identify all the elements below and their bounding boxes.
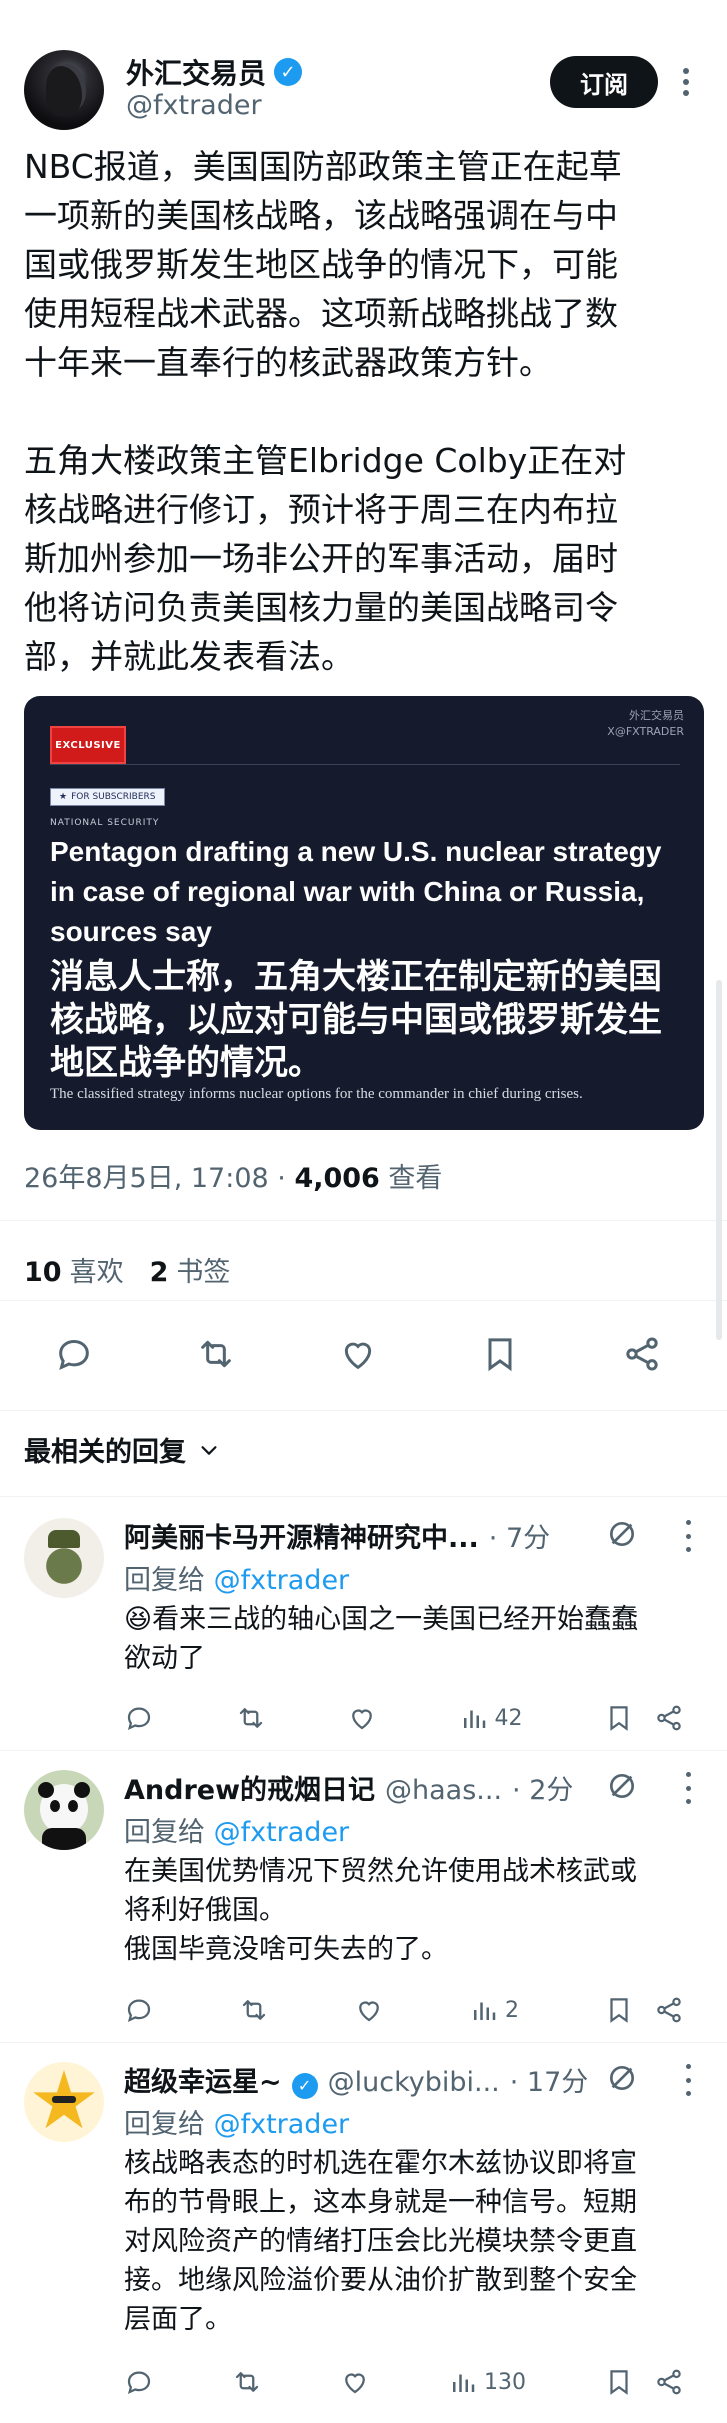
headline-chinese: 消息人士称，五角大楼正在制定新的美国核战略，以应对可能与中国或俄罗斯发生地区战争… bbox=[50, 957, 662, 1083]
author-avatar[interactable] bbox=[24, 50, 104, 130]
reply-icon[interactable] bbox=[124, 1995, 154, 2025]
reply-text: 在美国优势情况下贸然允许使用战术核武或 将利好俄国。 俄国毕竟没啥可失去的了。 bbox=[124, 1856, 637, 1965]
post-action-bar bbox=[24, 1320, 684, 1392]
subscribe-button[interactable]: 订阅 bbox=[550, 56, 658, 108]
image-caption: The classified strategy informs nuclear … bbox=[50, 1086, 583, 1102]
post-text: NBC报道，美国国防部政策主管正在起草 一项新的美国核战略，该战略强调在与中 国… bbox=[24, 147, 627, 676]
post-image[interactable]: 外汇交易员 X@FXTRADER EXCLUSIVE ★ FOR SUBSCRI… bbox=[24, 696, 704, 1130]
repost-icon[interactable] bbox=[236, 1703, 266, 1733]
chevron-down-icon bbox=[201, 1445, 217, 1455]
divider bbox=[0, 1300, 727, 1301]
reply-item[interactable]: Andrew的戒烟日记 @haas... · 2分 回复给 @fxtrader … bbox=[0, 1752, 727, 2040]
verified-icon: ✓ bbox=[274, 58, 303, 86]
avatar[interactable] bbox=[24, 2062, 104, 2142]
avatar[interactable] bbox=[24, 1770, 104, 1850]
reply-author-name[interactable]: 阿美丽卡马开源精神研究中... bbox=[124, 1516, 479, 1555]
reply-icon[interactable] bbox=[54, 1334, 94, 1378]
reply-more-icon[interactable] bbox=[684, 2064, 692, 2096]
reply-sort-dropdown[interactable]: 最相关的回复 bbox=[24, 1430, 220, 1469]
likes-stat[interactable]: 10 喜欢 bbox=[24, 1250, 124, 1289]
subscribers-tag: ★ FOR SUBSCRIBERS bbox=[50, 788, 165, 806]
reply-to-line: 回复给 @fxtrader bbox=[124, 1565, 350, 1596]
divider bbox=[0, 1410, 727, 1411]
like-icon[interactable] bbox=[340, 2367, 370, 2397]
section-label: NATIONAL SECURITY bbox=[50, 818, 160, 828]
bookmarks-stat[interactable]: 2 书签 bbox=[150, 1250, 231, 1289]
reply-item[interactable]: 阿美丽卡马开源精神研究中... · 7分 回复给 @fxtrader 😆看来三战… bbox=[0, 1500, 727, 1748]
reply-icon[interactable] bbox=[124, 2367, 154, 2397]
share-icon[interactable] bbox=[654, 1995, 684, 2025]
grok-icon[interactable] bbox=[606, 1518, 638, 1550]
exclusive-badge: EXCLUSIVE bbox=[50, 726, 126, 764]
reply-header: Andrew的戒烟日记 @haas... · 2分 bbox=[124, 1768, 573, 1807]
avatar[interactable] bbox=[24, 1518, 104, 1598]
badge-divider bbox=[50, 764, 680, 765]
reply-item[interactable]: 超级幸运星~ ✓ @luckybibi... · 17分 回复给 @fxtrad… bbox=[0, 2044, 727, 2423]
post-meta: 26年8月5日, 17:08 · 4,006 查看 bbox=[24, 1156, 442, 1195]
like-icon[interactable] bbox=[347, 1703, 377, 1733]
post-timestamp[interactable]: 26年8月5日, 17:08 · bbox=[24, 1163, 294, 1194]
reply-to-handle[interactable]: @fxtrader bbox=[214, 1817, 350, 1848]
analytics-icon bbox=[463, 1710, 485, 1728]
views-count: 4,006 bbox=[294, 1163, 380, 1194]
divider bbox=[0, 1496, 727, 1497]
views-button[interactable]: 130 bbox=[448, 2367, 526, 2397]
bookmark-icon[interactable] bbox=[604, 1703, 634, 1733]
image-watermark: 外汇交易员 X@FXTRADER bbox=[607, 709, 684, 738]
analytics-icon bbox=[474, 2002, 496, 2020]
divider bbox=[0, 1220, 727, 1221]
post-stats: 10 喜欢 2 书签 bbox=[24, 1250, 230, 1289]
more-options-icon[interactable] bbox=[676, 62, 696, 102]
reply-time[interactable]: · 2分 bbox=[512, 1768, 573, 1807]
views-label: 查看 bbox=[379, 1163, 443, 1194]
reply-header: 阿美丽卡马开源精神研究中... · 7分 bbox=[124, 1516, 550, 1555]
divider bbox=[0, 2042, 727, 2043]
reply-time[interactable]: · 17分 bbox=[510, 2060, 589, 2099]
like-icon[interactable] bbox=[354, 1995, 384, 2025]
grok-icon[interactable] bbox=[606, 1770, 638, 1802]
reply-text: 😆看来三战的轴心国之一美国已经开始蠢蠢 欲动了 bbox=[124, 1604, 639, 1674]
reply-more-icon[interactable] bbox=[684, 1772, 692, 1804]
scrollbar[interactable] bbox=[716, 980, 722, 1340]
reply-action-bar: 2 bbox=[124, 1990, 684, 2030]
author-name-row[interactable]: 外汇交易员 ✓ bbox=[126, 52, 303, 92]
repost-icon[interactable] bbox=[232, 2367, 262, 2397]
reply-header: 超级幸运星~ ✓ @luckybibi... · 17分 bbox=[124, 2060, 588, 2099]
reply-action-bar: 130 bbox=[124, 2362, 684, 2402]
author-handle[interactable]: @fxtrader bbox=[126, 90, 262, 121]
share-icon[interactable] bbox=[622, 1334, 662, 1378]
sort-label: 最相关的回复 bbox=[24, 1437, 186, 1468]
author-name[interactable]: 外汇交易员 bbox=[126, 52, 266, 92]
reply-time[interactable]: · 7分 bbox=[489, 1516, 550, 1555]
reply-author-handle[interactable]: @luckybibi... bbox=[328, 2067, 500, 2098]
reply-icon[interactable] bbox=[124, 1703, 154, 1733]
reply-author-name[interactable]: Andrew的戒烟日记 bbox=[124, 1768, 375, 1807]
star-icon: ★ bbox=[59, 792, 68, 802]
like-icon[interactable] bbox=[338, 1334, 378, 1378]
bookmark-icon[interactable] bbox=[604, 1995, 634, 2025]
reply-author-name[interactable]: 超级幸运星~ bbox=[124, 2060, 282, 2099]
share-icon[interactable] bbox=[654, 2367, 684, 2397]
reply-to-handle[interactable]: @fxtrader bbox=[214, 2109, 350, 2140]
reply-to-line: 回复给 @fxtrader bbox=[124, 1817, 350, 1848]
bookmark-icon[interactable] bbox=[604, 2367, 634, 2397]
repost-icon[interactable] bbox=[196, 1334, 236, 1378]
reply-author-handle[interactable]: @haas... bbox=[385, 1775, 502, 1806]
repost-icon[interactable] bbox=[239, 1995, 269, 2025]
grok-icon[interactable] bbox=[606, 2062, 638, 2094]
headline-english: Pentagon drafting a new U.S. nuclear str… bbox=[50, 836, 662, 947]
reply-action-bar: 42 bbox=[124, 1698, 684, 1738]
reply-more-icon[interactable] bbox=[684, 1520, 692, 1552]
views-button[interactable]: 42 bbox=[459, 1703, 523, 1733]
share-icon[interactable] bbox=[654, 1703, 684, 1733]
views-button[interactable]: 2 bbox=[469, 1995, 519, 2025]
bookmark-icon[interactable] bbox=[480, 1334, 520, 1378]
divider bbox=[0, 1750, 727, 1751]
reply-to-line: 回复给 @fxtrader bbox=[124, 2109, 350, 2140]
verified-icon: ✓ bbox=[291, 2072, 318, 2099]
analytics-icon bbox=[453, 2374, 475, 2392]
reply-to-handle[interactable]: @fxtrader bbox=[214, 1565, 350, 1596]
reply-text: 核战略表态的时机选在霍尔木兹协议即将宣 布的节骨眼上，这本身就是一种信号。短期 … bbox=[124, 2148, 637, 2335]
